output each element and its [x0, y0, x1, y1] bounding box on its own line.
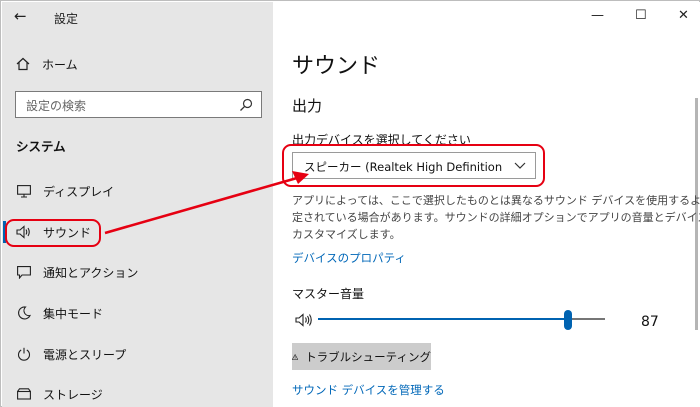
- home-link[interactable]: ホーム: [16, 53, 78, 75]
- sidebar-item-notifications[interactable]: 通知とアクション: [2, 259, 273, 285]
- title-bar: ← 設定: [2, 2, 273, 32]
- manage-sound-devices-link[interactable]: サウンド デバイスを管理する: [292, 382, 445, 398]
- maximize-button[interactable]: ☐: [635, 8, 647, 23]
- close-button[interactable]: ✕: [678, 8, 689, 23]
- master-volume-label: マスター音量: [292, 287, 365, 301]
- window-title: 設定: [54, 12, 79, 26]
- storage-icon: [16, 386, 32, 402]
- minimize-button[interactable]: —: [591, 8, 604, 23]
- warning-icon: [292, 353, 299, 360]
- notification-icon: [16, 264, 32, 280]
- master-volume-value: 87: [641, 314, 659, 330]
- output-description: アプリによっては、ここで選択したものとは異なるサウンド デバイスを使用するように…: [292, 192, 700, 243]
- description-line: 定されている場合があります。サウンドの詳細オプションでアプリの音量とデバイスを: [292, 211, 700, 224]
- page-title: サウンド: [292, 54, 381, 79]
- sidebar-item-label: ディスプレイ: [43, 184, 115, 199]
- device-properties-link[interactable]: デバイスのプロパティ: [292, 250, 406, 266]
- sidebar-item-label: 電源とスリープ: [43, 347, 127, 362]
- back-button[interactable]: ←: [14, 7, 27, 25]
- volume-fill: [318, 318, 568, 320]
- troubleshoot-label: トラブルシューティング: [305, 349, 431, 364]
- sidebar: ← 設定 ホーム 設定の検索 システム ディスプレイ サウンド 通知とアクション…: [2, 2, 273, 407]
- moon-icon: [16, 305, 32, 321]
- troubleshoot-button[interactable]: トラブルシューティング: [292, 343, 431, 370]
- highlight-box-output-device: [282, 144, 545, 187]
- settings-window: ← 設定 ホーム 設定の検索 システム ディスプレイ サウンド 通知とアクション…: [0, 0, 700, 407]
- search-placeholder: 設定の検索: [26, 99, 87, 113]
- sidebar-item-label: ストレージ: [43, 387, 103, 402]
- description-line: カスタマイズします。: [292, 228, 401, 241]
- highlight-box-sound-nav: [5, 219, 101, 247]
- sidebar-item-label: 集中モード: [43, 306, 104, 321]
- monitor-icon: [16, 183, 32, 199]
- description-line: アプリによっては、ここで選択したものとは異なるサウンド デバイスを使用するように…: [292, 194, 700, 207]
- sidebar-item-display[interactable]: ディスプレイ: [2, 178, 273, 204]
- search-icon[interactable]: [239, 98, 253, 112]
- power-icon: [16, 346, 32, 362]
- sidebar-item-storage[interactable]: ストレージ: [2, 381, 273, 407]
- sidebar-item-label: 通知とアクション: [43, 265, 139, 280]
- home-icon: [16, 57, 30, 71]
- volume-thumb[interactable]: [563, 310, 572, 330]
- sidebar-item-focus[interactable]: 集中モード: [2, 300, 273, 326]
- content-pane: — ☐ ✕ サウンド 出力 出力デバイスを選択してください スピーカー (Rea…: [273, 2, 700, 407]
- output-heading: 出力: [292, 97, 323, 115]
- section-heading-system: システム: [16, 139, 66, 154]
- master-volume-slider[interactable]: [318, 310, 605, 330]
- speaker-icon[interactable]: [295, 312, 315, 328]
- home-label: ホーム: [42, 57, 78, 72]
- settings-search-input[interactable]: 設定の検索: [15, 91, 262, 118]
- sidebar-item-power[interactable]: 電源とスリープ: [2, 341, 273, 367]
